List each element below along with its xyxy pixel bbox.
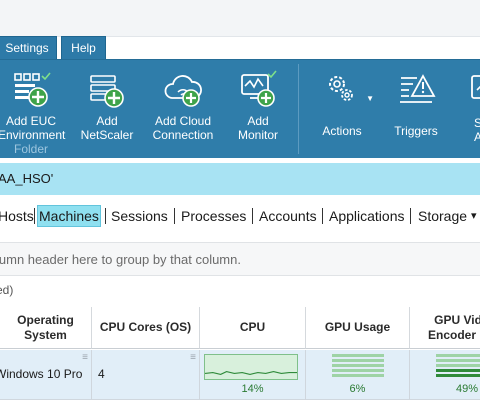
partial-label-s: S	[474, 116, 480, 130]
group-by-panel[interactable]: lumn header here to group by that column…	[0, 242, 480, 276]
tab-applications[interactable]: Applications	[329, 205, 405, 227]
cell-grip-icon: ≡	[190, 352, 196, 363]
filter-status-text: ed)	[0, 283, 14, 297]
cell-os: Windows 10 Pro ≡	[0, 350, 92, 400]
column-header-cpu[interactable]: CPU	[200, 307, 306, 349]
actions-label: Actions	[322, 124, 362, 138]
tab-hosts[interactable]: Hosts	[0, 205, 34, 227]
tab-accounts[interactable]: Accounts	[259, 205, 317, 227]
netscaler-icon	[90, 75, 124, 108]
cpu-sparkline	[204, 354, 298, 380]
breadcrumb-text: AA_HSO'	[0, 171, 54, 186]
add-cloud-label: Add Cloud Connection	[152, 114, 214, 142]
triggers-label: Triggers	[394, 124, 438, 138]
add-euc-environment-button[interactable]: Add EUC Environment Folder	[0, 66, 66, 156]
view-tabs: Hosts Machines Sessions Processes Accoun…	[0, 201, 480, 231]
level-bar-segment	[332, 354, 384, 357]
cell-cpu-cores: 4 ≡	[92, 350, 200, 400]
partial-ribbon-button[interactable]: S A	[462, 66, 480, 156]
actions-button[interactable]: ▼ Actions	[310, 66, 374, 156]
level-bar-segment	[436, 374, 480, 377]
cell-grip-icon: ≡	[82, 352, 88, 363]
tab-settings[interactable]: Settings	[0, 36, 57, 59]
column-header-gpu-usage[interactable]: GPU Usage	[306, 307, 410, 349]
gpu-usage-bars	[332, 354, 384, 380]
monitor-icon	[241, 70, 277, 107]
add-environment-icon	[14, 72, 51, 107]
storage-dropdown-icon[interactable]: ▾	[471, 201, 477, 231]
cell-os-text: Windows 10 Pro	[0, 367, 83, 381]
breadcrumb: AA_HSO'	[0, 163, 480, 195]
add-netscaler-button[interactable]: Add NetScaler	[77, 66, 137, 156]
tab-help[interactable]: Help	[61, 36, 106, 59]
tab-sessions[interactable]: Sessions	[111, 205, 168, 227]
cpu-sparkline-line	[205, 371, 297, 375]
cell-cpu-cores-text: 4	[98, 367, 105, 381]
add-monitor-label: Add Monitor	[237, 114, 278, 142]
partial-label-a: A	[474, 130, 480, 144]
tab-processes[interactable]: Processes	[181, 205, 246, 227]
gpu-encoder-percent: 49%	[456, 383, 479, 395]
tab-separator	[34, 208, 35, 224]
cloud-icon	[164, 75, 202, 107]
title-strip	[0, 0, 480, 37]
ribbon-separator	[298, 64, 299, 154]
triggers-button[interactable]: Triggers	[385, 66, 447, 156]
cell-gpu-usage: 6%	[306, 350, 410, 400]
tab-separator	[174, 208, 175, 224]
partial-button-icon	[471, 75, 480, 99]
level-bar-segment	[436, 354, 480, 357]
gears-icon	[329, 76, 353, 101]
column-header-os[interactable]: Operating System	[0, 307, 92, 349]
level-bar-segment	[436, 364, 480, 367]
level-bar-segment	[436, 369, 480, 372]
column-header-cpu-cores[interactable]: CPU Cores (OS)	[92, 307, 200, 349]
column-header-gpu-video-encoder[interactable]: GPU Vid Encoder U	[410, 307, 480, 349]
level-bar-segment	[436, 359, 480, 362]
gpu-percent: 6%	[349, 383, 366, 395]
tab-separator	[410, 208, 411, 224]
triggers-icon	[400, 74, 436, 103]
cell-gpu-video-encoder: 49%	[410, 350, 480, 400]
group-by-hint: lumn header here to group by that column…	[0, 252, 241, 267]
machines-grid: Operating System CPU Cores (OS) CPU GPU …	[0, 307, 480, 404]
add-netscaler-label: Add NetScaler	[80, 114, 134, 142]
tab-separator	[252, 208, 253, 224]
gpu-encoder-bars	[436, 354, 480, 380]
folder-group-label: Folder	[13, 142, 48, 156]
level-bar-segment	[332, 364, 384, 367]
add-monitor-button[interactable]: Add Monitor	[228, 66, 288, 156]
actions-dropdown-icon: ▼	[366, 94, 374, 103]
ribbon-toolbar: Add EUC Environment Folder Add NetScaler…	[0, 59, 480, 158]
level-bar-segment	[332, 359, 384, 362]
tab-storage[interactable]: Storage	[418, 205, 467, 227]
level-bar-segment	[332, 369, 384, 372]
tab-separator	[105, 208, 106, 224]
tab-separator	[322, 208, 323, 224]
add-cloud-connection-button[interactable]: Add Cloud Connection	[150, 66, 216, 156]
cell-cpu: 14%	[200, 350, 306, 400]
add-euc-label: Add EUC Environment	[0, 114, 66, 142]
tab-machines[interactable]: Machines	[37, 205, 101, 227]
cpu-percent: 14%	[241, 383, 264, 395]
table-row[interactable]: Windows 10 Pro ≡ 4 ≡ 14% 6% 49%	[0, 350, 480, 400]
level-bar-segment	[332, 374, 384, 377]
